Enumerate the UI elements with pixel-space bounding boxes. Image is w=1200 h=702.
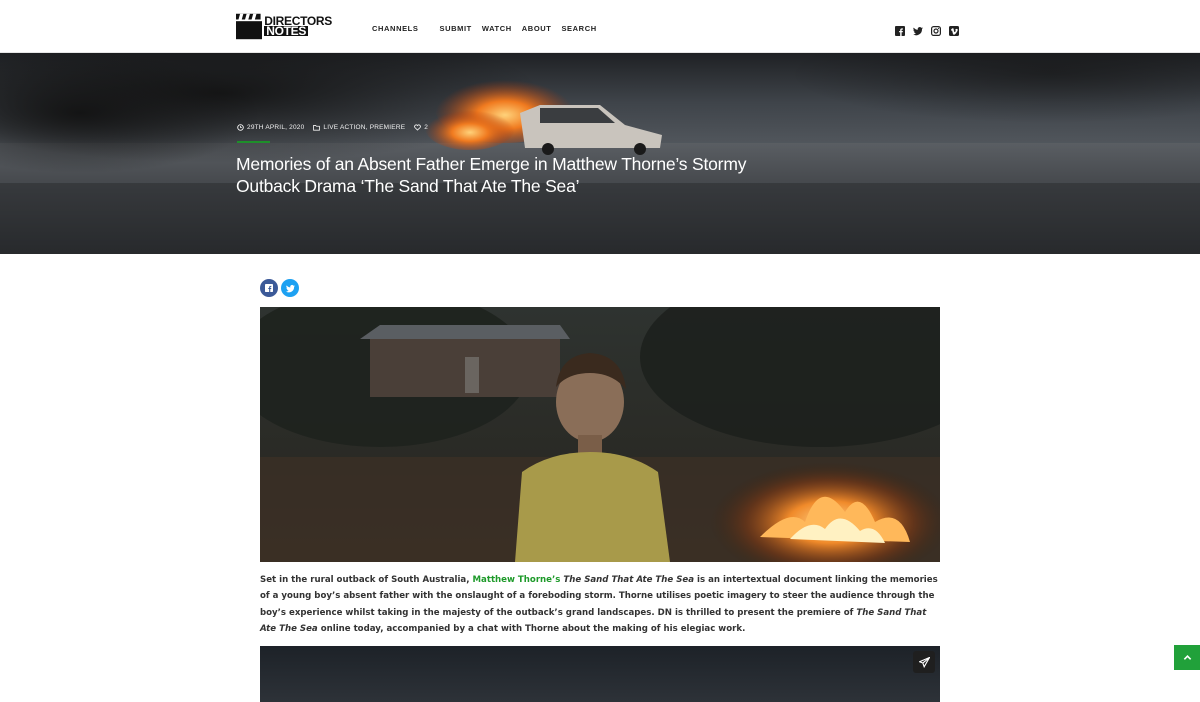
film-still-boy-campfire [260, 307, 940, 562]
nav-about[interactable]: ABOUT [522, 24, 552, 33]
nav-search[interactable]: SEARCH [561, 24, 596, 33]
nav-channels[interactable]: CHANNELS [372, 24, 418, 33]
nav-submit[interactable]: SUBMIT [439, 24, 471, 33]
article-hero: 29TH APRIL, 2020 LIVE ACTION, PREMIERE 2… [0, 53, 1200, 254]
article-meta: 29TH APRIL, 2020 LIVE ACTION, PREMIERE 2 [237, 124, 437, 131]
like-count: 2 [424, 124, 429, 131]
chevron-up-icon [1183, 655, 1191, 660]
director-link[interactable]: Matthew Thorne’s [472, 575, 560, 585]
clock-icon [237, 124, 244, 131]
film-title-1: The Sand That Ate The Sea [563, 575, 695, 585]
logo[interactable]: DIRECTORS NOTES [236, 10, 332, 42]
facebook-icon [265, 284, 273, 292]
intro-text-3: online today, accompanied by a chat with… [317, 624, 746, 635]
film-still-illustration [260, 307, 940, 562]
main-nav: CHANNELS SUBMIT WATCH ABOUT SEARCH [372, 24, 597, 33]
video-embed[interactable] [260, 646, 940, 702]
intro-text-1: Set in the rural outback of South Austra… [260, 575, 473, 585]
folder-icon [313, 124, 321, 131]
twitter-icon[interactable] [913, 23, 923, 36]
share-video-button[interactable] [913, 651, 935, 673]
twitter-icon [285, 284, 295, 292]
share-facebook-button[interactable] [260, 279, 278, 297]
vimeo-icon[interactable] [949, 23, 959, 36]
heart-icon[interactable] [414, 124, 422, 131]
article-intro: Set in the rural outback of South Austra… [260, 572, 944, 638]
clapperboard-logo-icon [236, 13, 263, 39]
article-categories[interactable]: LIVE ACTION, PREMIERE [323, 124, 405, 131]
nav-watch[interactable]: WATCH [482, 24, 512, 33]
site-header: DIRECTORS NOTES CHANNELS SUBMIT WATCH AB… [0, 0, 1200, 53]
logo-line2: NOTES [264, 24, 309, 38]
facebook-icon[interactable] [895, 23, 905, 36]
instagram-icon[interactable] [931, 23, 942, 37]
paper-plane-icon [918, 656, 930, 668]
social-links [895, 23, 959, 37]
title-accent-rule [237, 141, 270, 143]
share-twitter-button[interactable] [281, 279, 299, 297]
article-title: Memories of an Absent Father Emerge in M… [236, 154, 747, 196]
article-date: 29TH APRIL, 2020 [247, 124, 305, 131]
share-buttons [260, 279, 299, 297]
back-to-top-button[interactable] [1174, 645, 1200, 670]
